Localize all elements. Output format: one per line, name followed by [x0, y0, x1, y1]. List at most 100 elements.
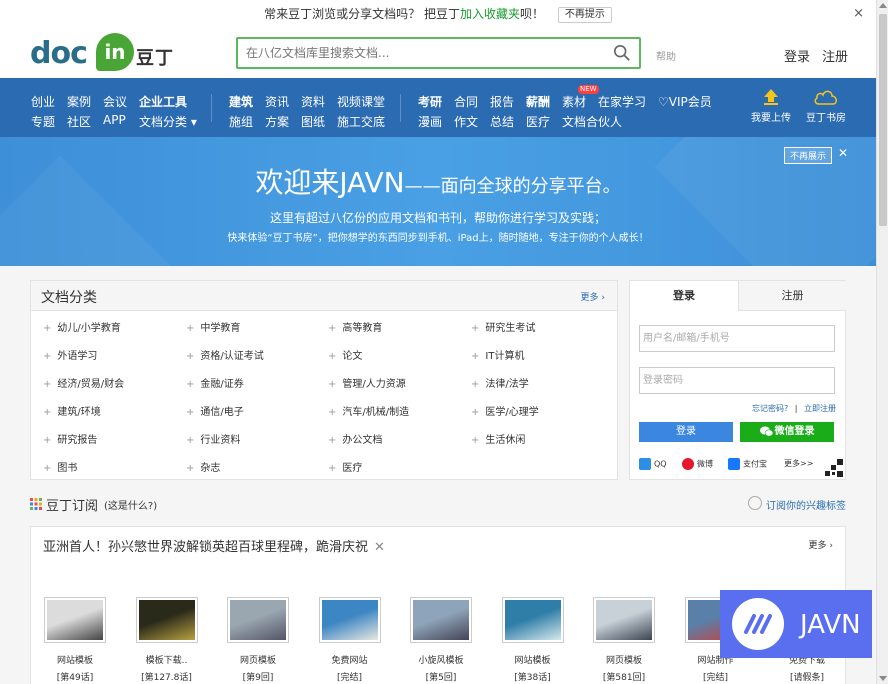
scroll-up-icon[interactable] [879, 3, 887, 8]
banner-no-more-button[interactable]: 不再展示 [784, 147, 833, 164]
category-link[interactable]: + 管理/人力资源 [328, 375, 406, 390]
category-link[interactable]: + 通信/电子 [186, 403, 244, 418]
nav-item-app[interactable]: APP [103, 113, 126, 127]
no-more-notice-button[interactable]: 不再提示 [557, 6, 612, 23]
nav-item-meetings[interactable]: 会议 [103, 93, 127, 110]
nav-item-contracts[interactable]: 合同 [454, 93, 478, 110]
category-link[interactable]: + 汽车/机械/制造 [328, 403, 409, 418]
news-caption[interactable]: 免费网站 [310, 653, 390, 666]
news-thumbnail[interactable] [44, 597, 106, 643]
category-link[interactable]: + 图书 [43, 459, 77, 474]
nav-item-study-at-home[interactable]: 在家学习 [598, 93, 646, 110]
nav-item-vip[interactable]: ♡VIP会员 [658, 93, 712, 110]
username-field[interactable]: 用户名/邮箱/手机号 [639, 325, 835, 352]
nav-item-construction-org[interactable]: 施组 [229, 113, 253, 130]
news-caption[interactable]: 模板下载.. [127, 653, 207, 666]
search-icon[interactable] [613, 44, 631, 62]
nav-item-salary[interactable]: 薪酬 [526, 93, 550, 110]
forgot-password-link[interactable]: 忘记密码? [752, 404, 788, 413]
nav-item-construction-briefing[interactable]: 施工交底 [337, 113, 385, 130]
category-link[interactable]: + 办公文档 [328, 431, 382, 446]
category-link[interactable]: + 金融/证券 [186, 375, 244, 390]
category-link[interactable]: + 高等教育 [328, 319, 382, 334]
nav-item-doc-categories[interactable]: 文档分类 ▾ [139, 113, 197, 130]
category-link[interactable]: + 医疗 [328, 459, 362, 474]
category-link[interactable]: + IT计算机 [471, 347, 524, 362]
nav-item-plans[interactable]: 方案 [265, 113, 289, 130]
upload-button[interactable]: 我要上传 [750, 88, 792, 124]
banner-close-icon[interactable]: ✕ [838, 146, 848, 160]
category-link[interactable]: + 中学教育 [186, 319, 240, 334]
help-link[interactable]: 帮助 [656, 48, 676, 63]
signup-now-link[interactable]: 立即注册 [804, 404, 836, 413]
news-thumbnail[interactable] [593, 597, 655, 643]
nav-item-community[interactable]: 社区 [67, 113, 91, 130]
nav-item-drawings[interactable]: 图纸 [301, 113, 325, 130]
category-link[interactable]: + 法律/法学 [471, 375, 529, 390]
password-field[interactable]: 登录密码 [639, 367, 835, 394]
nav-item-video-class[interactable]: 视频课堂 [337, 93, 385, 110]
category-link[interactable]: + 研究报告 [43, 431, 97, 446]
category-link[interactable]: + 资格/认证考试 [186, 347, 264, 362]
register-link[interactable]: 注册 [822, 46, 848, 65]
nav-item-postgrad[interactable]: 考研 [418, 93, 442, 110]
nav-item-doc-partner[interactable]: 文档合伙人 [562, 113, 622, 130]
nav-item-startup[interactable]: 创业 [31, 93, 55, 110]
weibo-login[interactable]: 微博 [682, 458, 713, 470]
news-thumbnail[interactable] [410, 597, 472, 643]
news-caption[interactable]: 网页模板 [584, 653, 664, 666]
nav-item-cases[interactable]: 案例 [67, 93, 91, 110]
category-link[interactable]: + 外语学习 [43, 347, 97, 362]
category-link[interactable]: + 研究生考试 [471, 319, 535, 334]
nav-item-enterprise-tools[interactable]: 企业工具 [139, 93, 187, 110]
news-caption[interactable]: 网页模板 [218, 653, 298, 666]
search-input[interactable] [238, 39, 598, 67]
qr-code-icon[interactable] [817, 451, 845, 479]
login-link[interactable]: 登录 [784, 46, 810, 65]
nav-item-materials[interactable]: 资料 [301, 93, 325, 110]
category-link[interactable]: + 医学/心理学 [471, 403, 539, 418]
news-thumbnail[interactable] [318, 597, 381, 643]
news-more-link[interactable]: 更多 › [809, 538, 833, 551]
close-notice-icon[interactable]: × [853, 0, 864, 28]
category-link[interactable]: + 生活休闲 [471, 431, 525, 446]
nav-item-topics[interactable]: 专题 [31, 113, 55, 130]
nav-item-summaries[interactable]: 总结 [490, 113, 514, 130]
subscribe-tags-link[interactable]: 订阅你的兴趣标签 [766, 497, 846, 512]
category-link[interactable]: + 行业资料 [186, 431, 240, 446]
news-thumbnail[interactable] [135, 597, 198, 643]
wechat-login-button[interactable]: 微信登录 [740, 422, 834, 442]
news-thumbnail[interactable] [501, 597, 564, 643]
news-caption[interactable]: 网站模板 [493, 653, 573, 666]
login-button[interactable]: 登录 [639, 422, 733, 442]
bookstore-button[interactable]: 豆丁书房 [805, 88, 847, 124]
tab-login[interactable]: 登录 [630, 281, 738, 311]
qq-login[interactable]: QQ [639, 458, 667, 470]
nav-item-news[interactable]: 资讯 [265, 93, 289, 110]
category-link[interactable]: + 杂志 [186, 459, 220, 474]
nav-item-reports[interactable]: 报告 [490, 93, 514, 110]
nav-item-medical[interactable]: 医疗 [526, 113, 550, 130]
nav-item-essays[interactable]: 作文 [454, 113, 478, 130]
more-login-link[interactable]: 更多>> [784, 458, 813, 469]
nav-item-assets[interactable]: 素材 [562, 93, 586, 110]
nav-item-architecture[interactable]: 建筑 [229, 93, 253, 110]
category-link[interactable]: + 论文 [328, 347, 362, 362]
news-headline[interactable]: 亚洲首人！孙兴慜世界波解锁英超百球里程碑，跪滑庆祝 ✕ [43, 536, 385, 555]
news-thumbnail[interactable] [227, 597, 289, 643]
categories-more-link[interactable]: 更多 › [581, 290, 605, 303]
category-link[interactable]: + 建筑/环境 [43, 403, 101, 418]
scrollbar-thumb[interactable] [879, 14, 887, 226]
what-is-this-link[interactable]: (这是什么?) [104, 497, 157, 512]
alipay-login[interactable]: 支付宝 [728, 458, 767, 470]
scroll-down-icon[interactable] [879, 676, 887, 681]
add-favorite-link[interactable]: 加入收藏夹 [460, 7, 520, 21]
news-caption[interactable]: 小旋风模板 [401, 653, 481, 666]
nav-item-comics[interactable]: 漫画 [418, 113, 442, 130]
category-link[interactable]: + 幼儿/小学教育 [43, 319, 121, 334]
tab-register[interactable]: 注册 [738, 281, 846, 311]
close-icon[interactable]: ✕ [374, 540, 385, 555]
logo[interactable]: doc in 豆丁 [30, 32, 180, 74]
page-scrollbar[interactable] [876, 0, 888, 684]
category-link[interactable]: + 经济/贸易/财会 [43, 375, 124, 390]
